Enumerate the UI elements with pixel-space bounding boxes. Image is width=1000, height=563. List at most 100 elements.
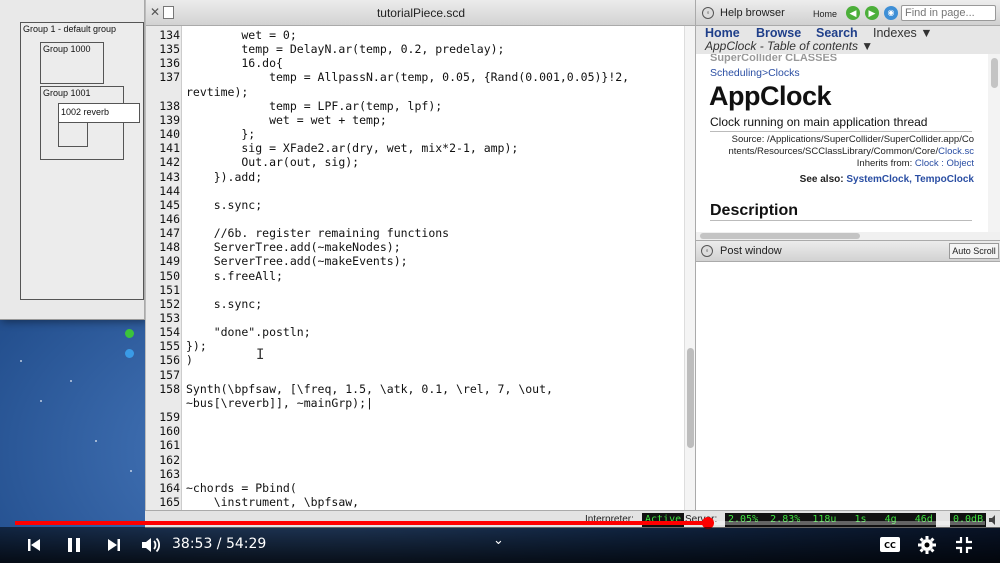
code-line[interactable]: wet = 0; bbox=[186, 28, 296, 42]
code-line[interactable]: ServerTree.add(~makeNodes); bbox=[186, 240, 401, 254]
help-scroll-thumb[interactable] bbox=[991, 58, 998, 88]
chevron-down-icon[interactable]: ⌄ bbox=[493, 532, 504, 548]
nav-home[interactable]: Home bbox=[705, 26, 740, 40]
mute-icon[interactable] bbox=[988, 514, 998, 526]
line-number: 164 bbox=[159, 480, 180, 495]
code-line[interactable]: temp = DelayN.ar(temp, 0.2, predelay); bbox=[186, 42, 504, 56]
table-of-contents[interactable]: AppClock - Table of contents ▼ bbox=[705, 39, 873, 53]
sc-classes-header: SuperCollider CLASSES bbox=[710, 54, 838, 64]
panel-options-icon[interactable]: ◦ bbox=[701, 245, 713, 257]
line-number: 151 bbox=[159, 282, 180, 297]
group-1000-label: Group 1000 bbox=[43, 44, 91, 54]
code-line[interactable]: ~bus[\reverb]], ~mainGrp);| bbox=[186, 396, 373, 410]
line-number: 160 bbox=[159, 424, 180, 439]
nav-indexes[interactable]: Indexes ▼ bbox=[873, 26, 933, 40]
code-line[interactable]: wet = wet + temp; bbox=[186, 113, 387, 127]
code-line[interactable]: ~chords = Pbind( bbox=[186, 481, 297, 495]
synth-node-label: 1002 reverb bbox=[61, 107, 110, 117]
editor-scroll-thumb[interactable] bbox=[687, 348, 694, 448]
editor-tab-title[interactable]: tutorialPiece.scd bbox=[146, 6, 696, 20]
group-1000-box[interactable]: Group 1000 bbox=[40, 42, 104, 84]
code-line[interactable]: "done".postln; bbox=[186, 325, 311, 339]
code-line[interactable]: Synth(\bpfsaw, [\freq, 1.5, \atk, 0.1, \… bbox=[186, 382, 553, 396]
code-line[interactable]: s.sync; bbox=[186, 297, 262, 311]
settings-gear-icon[interactable] bbox=[917, 535, 937, 555]
line-number: 163 bbox=[159, 466, 180, 481]
line-number: 161 bbox=[159, 438, 180, 453]
line-number: 155 bbox=[159, 339, 180, 354]
code-line[interactable]: ServerTree.add(~makeEvents); bbox=[186, 254, 408, 268]
help-hscrollbar[interactable] bbox=[696, 232, 1000, 240]
line-number: 137 bbox=[159, 70, 180, 85]
video-controls: 38:53 / 54:29 ⌄ CC bbox=[0, 527, 1000, 563]
line-number: 142 bbox=[159, 155, 180, 170]
category-link[interactable]: Scheduling>Clocks bbox=[710, 67, 800, 79]
source-file-link[interactable]: Clock.sc bbox=[938, 146, 974, 157]
line-number: 143 bbox=[159, 169, 180, 184]
find-in-page-input[interactable] bbox=[901, 5, 996, 21]
code-area[interactable]: 134 wet = 0; 135 temp = DelayN.ar(temp, 0… bbox=[159, 26, 681, 510]
text-cursor-icon: I bbox=[256, 347, 265, 363]
line-number: 138 bbox=[159, 98, 180, 113]
divider bbox=[710, 220, 972, 221]
code-line[interactable]: \instrument, \bpfsaw, bbox=[186, 495, 359, 509]
editor-tab-bar: ✕ tutorialPiece.scd bbox=[146, 0, 696, 26]
help-title: Help browser bbox=[720, 7, 785, 19]
line-number: 148 bbox=[159, 240, 180, 255]
volume-icon[interactable] bbox=[140, 535, 162, 555]
inherits-link[interactable]: Clock : Object bbox=[915, 158, 974, 169]
code-line[interactable]: s.freeAll; bbox=[186, 269, 283, 283]
line-number: 150 bbox=[159, 268, 180, 283]
code-line[interactable]: }).add; bbox=[186, 170, 262, 184]
line-number: 146 bbox=[159, 211, 180, 226]
code-line[interactable]: //6b. register remaining functions bbox=[186, 226, 449, 240]
line-number: 158 bbox=[159, 381, 180, 396]
code-line[interactable]: Out.ar(out, sig); bbox=[186, 155, 359, 169]
see-also-link[interactable]: SystemClock, TempoClock bbox=[846, 174, 974, 185]
pause-icon[interactable] bbox=[65, 536, 83, 554]
code-line[interactable]: temp = AllpassN.ar(temp, 0.05, {Rand(0.0… bbox=[186, 70, 629, 84]
synth-node[interactable]: 1002 reverb bbox=[58, 103, 140, 123]
line-number: 159 bbox=[159, 410, 180, 425]
fullscreen-exit-icon[interactable] bbox=[955, 536, 973, 554]
line-number: 153 bbox=[159, 311, 180, 325]
forward-arrow-icon[interactable]: ▶ bbox=[865, 6, 879, 20]
help-hscroll-thumb[interactable] bbox=[700, 233, 860, 239]
home-link[interactable]: Home bbox=[813, 9, 837, 19]
post-titlebar: ◦ Post window Auto Scroll bbox=[696, 241, 1000, 262]
source-path-2: ntents/Resources/SCClassLibrary/Common/C… bbox=[728, 146, 974, 157]
post-title: Post window bbox=[720, 245, 782, 257]
divider bbox=[710, 131, 972, 132]
help-titlebar: ◦ Help browser Home ◀ ▶ ◉ bbox=[696, 0, 1000, 26]
code-line[interactable]: }; bbox=[186, 127, 255, 141]
node-tree-window: Group 1 - default group Group 1000 Group… bbox=[0, 0, 145, 320]
nav-browse[interactable]: Browse bbox=[756, 26, 801, 40]
line-number: 135 bbox=[159, 42, 180, 57]
code-line[interactable]: 16.do{ bbox=[186, 56, 283, 70]
code-line[interactable]: ) bbox=[186, 353, 193, 367]
auto-scroll-button[interactable]: Auto Scroll bbox=[949, 243, 999, 259]
zoom-icon[interactable]: ◉ bbox=[884, 6, 898, 20]
description-heading: Description bbox=[710, 202, 799, 219]
line-number: 147 bbox=[159, 226, 180, 241]
line-number: 145 bbox=[159, 197, 180, 212]
back-arrow-icon[interactable]: ◀ bbox=[846, 6, 860, 20]
help-browser: ◦ Help browser Home ◀ ▶ ◉ Home Browse Se… bbox=[695, 0, 1000, 240]
code-line[interactable]: revtime); bbox=[186, 85, 248, 99]
code-editor: ✕ tutorialPiece.scd 134 wet = 0; 135 temp… bbox=[145, 0, 696, 510]
video-progress-bar[interactable] bbox=[15, 517, 985, 529]
line-number: 140 bbox=[159, 127, 180, 142]
code-line[interactable]: temp = LPF.ar(temp, lpf); bbox=[186, 99, 442, 113]
previous-icon[interactable] bbox=[26, 537, 42, 553]
help-scrollbar[interactable] bbox=[988, 54, 1000, 232]
code-line[interactable]: }); bbox=[186, 339, 207, 353]
panel-options-icon[interactable]: ◦ bbox=[702, 7, 714, 19]
code-line[interactable]: sig = XFade2.ar(dry, wet, mix*2-1, amp); bbox=[186, 141, 518, 155]
status-bar: Interpreter: Active Server: 2.05% 2.83% … bbox=[145, 510, 1000, 528]
next-icon[interactable] bbox=[106, 537, 122, 553]
captions-icon[interactable]: CC bbox=[879, 536, 901, 553]
code-line[interactable]: s.sync; bbox=[186, 198, 262, 212]
line-number: 157 bbox=[159, 367, 180, 382]
inherits-line: Inherits from: Clock : Object bbox=[856, 158, 974, 169]
nav-search[interactable]: Search bbox=[816, 26, 858, 40]
